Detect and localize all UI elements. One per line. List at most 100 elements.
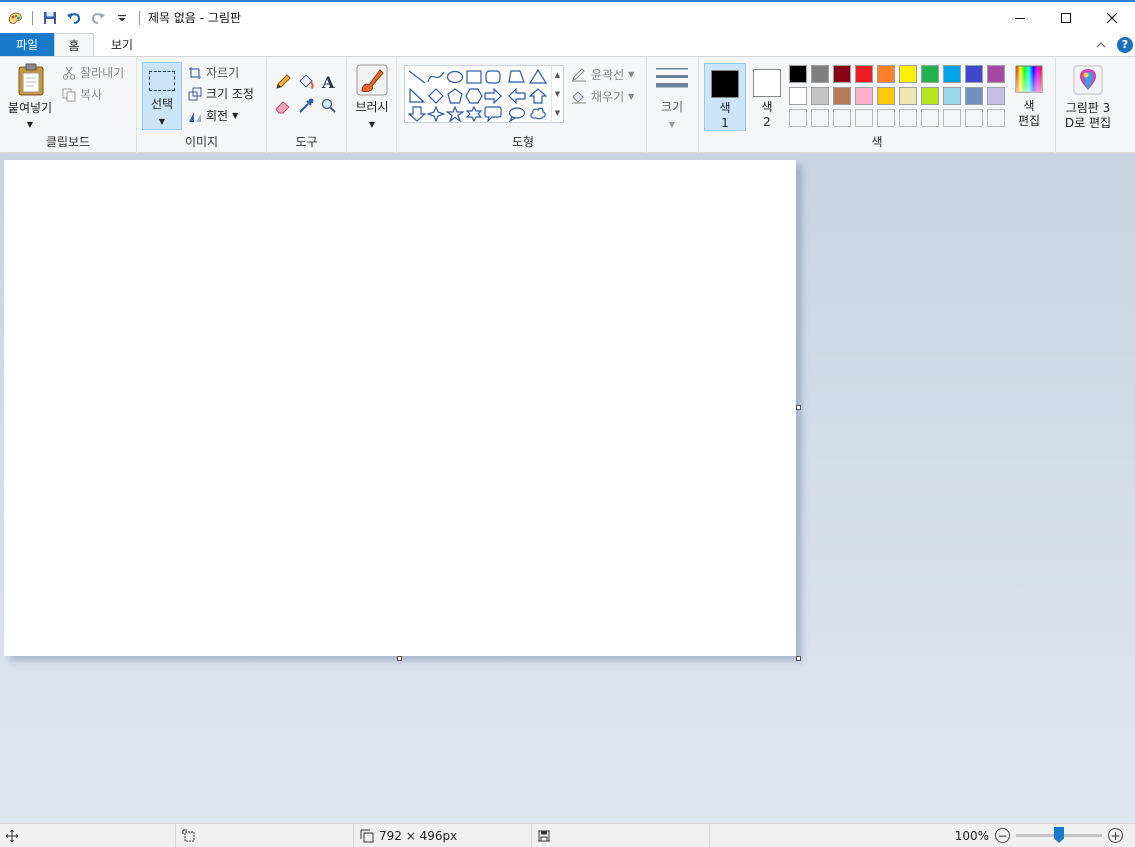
edit-with-paint3d-button[interactable]: 그림판 3 D로 편집 xyxy=(1060,62,1116,134)
hexagon-shape-icon[interactable] xyxy=(465,88,483,104)
palette-custom-slot[interactable] xyxy=(811,109,829,127)
palette-color-swatch[interactable] xyxy=(811,65,829,83)
color1-selector[interactable]: 색 1 xyxy=(704,63,746,131)
rounded-rectangle-shape-icon[interactable] xyxy=(484,69,502,85)
brush-button[interactable]: 브러시 ▼ xyxy=(350,62,394,130)
palette-custom-slot[interactable] xyxy=(789,109,807,127)
palette-color-swatch[interactable] xyxy=(987,65,1005,83)
palette-custom-slot[interactable] xyxy=(943,109,961,127)
palette-color-swatch[interactable] xyxy=(855,87,873,105)
resize-button[interactable]: 크기 조정 xyxy=(188,85,254,102)
customize-qat-icon[interactable] xyxy=(113,9,131,27)
right-triangle-shape-icon[interactable] xyxy=(408,88,426,104)
zoom-in-button[interactable]: + xyxy=(1108,828,1123,843)
palette-color-swatch[interactable] xyxy=(921,87,939,105)
select-button[interactable]: 선택 ▼ xyxy=(142,62,182,130)
paste-button[interactable]: 붙여넣기 ▼ xyxy=(4,61,56,129)
expand-gallery-icon[interactable]: ▼ xyxy=(555,109,560,117)
scroll-down-icon[interactable]: ▼ xyxy=(555,90,560,98)
text-icon[interactable]: A xyxy=(320,73,338,91)
palette-custom-slot[interactable] xyxy=(965,109,983,127)
palette-color-swatch[interactable] xyxy=(921,65,939,83)
palette-custom-slot[interactable] xyxy=(877,109,895,127)
undo-icon[interactable] xyxy=(65,9,83,27)
four-point-star-shape-icon[interactable] xyxy=(427,106,445,122)
curve-shape-icon[interactable] xyxy=(427,69,445,85)
help-icon[interactable]: ? xyxy=(1117,36,1133,53)
cloud-callout-shape-icon[interactable] xyxy=(529,106,547,122)
palette-color-swatch[interactable] xyxy=(943,87,961,105)
edit-colors-button[interactable]: 색 편집 xyxy=(1010,62,1048,134)
palette-custom-slot[interactable] xyxy=(855,109,873,127)
close-button[interactable] xyxy=(1089,2,1135,33)
canvas-resize-handle-corner[interactable] xyxy=(796,656,801,661)
up-arrow-shape-icon[interactable] xyxy=(529,88,547,104)
palette-custom-slot[interactable] xyxy=(921,109,939,127)
tab-view[interactable]: 보기 xyxy=(94,33,150,56)
scroll-up-icon[interactable]: ▲ xyxy=(555,71,560,79)
palette-color-swatch[interactable] xyxy=(877,87,895,105)
down-arrow-shape-icon[interactable] xyxy=(408,106,426,122)
palette-color-swatch[interactable] xyxy=(943,65,961,83)
palette-color-swatch[interactable] xyxy=(899,87,917,105)
magnifier-icon[interactable] xyxy=(320,97,338,115)
zoom-slider-thumb[interactable] xyxy=(1054,827,1064,843)
palette-color-swatch[interactable] xyxy=(965,65,983,83)
diamond-shape-icon[interactable] xyxy=(427,88,445,104)
shapes-scroll[interactable]: ▲ ▼ ▼ xyxy=(551,66,563,122)
palette-color-swatch[interactable] xyxy=(789,65,807,83)
canvas-resize-handle-right[interactable] xyxy=(796,405,801,410)
maximize-button[interactable] xyxy=(1043,2,1089,33)
collapse-ribbon-icon[interactable] xyxy=(1095,39,1107,51)
palette-custom-slot[interactable] xyxy=(899,109,917,127)
palette-color-swatch[interactable] xyxy=(987,87,1005,105)
rounded-callout-shape-icon[interactable] xyxy=(484,106,502,122)
fill-button[interactable]: 채우기 ▼ xyxy=(571,88,634,105)
fill-bucket-icon[interactable] xyxy=(297,73,315,91)
left-arrow-shape-icon[interactable] xyxy=(508,88,526,104)
oval-shape-icon[interactable] xyxy=(446,69,464,85)
palette-custom-slot[interactable] xyxy=(987,109,1005,127)
color2-selector[interactable]: 색 2 xyxy=(747,63,789,131)
palette-color-swatch[interactable] xyxy=(899,65,917,83)
rotate-button[interactable]: 회전 ▼ xyxy=(188,107,238,124)
drawing-canvas[interactable] xyxy=(4,160,796,656)
six-point-star-shape-icon[interactable] xyxy=(465,106,483,122)
tab-file[interactable]: 파일 xyxy=(0,33,54,56)
pentagon-shape-icon[interactable] xyxy=(446,88,464,104)
outline-button[interactable]: 윤곽선 ▼ xyxy=(571,66,634,83)
chevron-down-icon: ▼ xyxy=(368,120,376,129)
palette-color-swatch[interactable] xyxy=(855,65,873,83)
crop-button[interactable]: 자르기 xyxy=(188,64,239,81)
close-icon xyxy=(1106,12,1118,23)
polygon-shape-icon[interactable] xyxy=(508,69,526,85)
tab-home[interactable]: 홈 xyxy=(54,33,94,56)
palette-color-swatch[interactable] xyxy=(833,87,851,105)
palette-color-swatch[interactable] xyxy=(877,65,895,83)
zoom-out-button[interactable]: − xyxy=(995,828,1010,843)
oval-callout-shape-icon[interactable] xyxy=(508,106,526,122)
line-shape-icon[interactable] xyxy=(408,69,426,85)
minimize-button[interactable] xyxy=(997,2,1043,33)
zoom-slider[interactable] xyxy=(1016,827,1102,843)
pencil-icon[interactable] xyxy=(274,73,292,91)
triangle-shape-icon[interactable] xyxy=(529,69,547,85)
canvas-workspace[interactable] xyxy=(0,153,1135,823)
paint-app-icon[interactable] xyxy=(6,9,24,27)
save-icon[interactable] xyxy=(41,9,59,27)
five-point-star-shape-icon[interactable] xyxy=(446,106,464,122)
copy-button[interactable]: 복사 xyxy=(62,86,102,103)
canvas-resize-handle-bottom[interactable] xyxy=(397,656,402,661)
color-picker-icon[interactable] xyxy=(297,97,315,115)
right-arrow-shape-icon[interactable] xyxy=(484,88,502,104)
redo-icon[interactable] xyxy=(89,9,107,27)
cut-button[interactable]: 잘라내기 xyxy=(62,64,124,81)
palette-color-swatch[interactable] xyxy=(789,87,807,105)
size-button[interactable]: 크기 ▼ xyxy=(650,62,694,132)
palette-color-swatch[interactable] xyxy=(965,87,983,105)
rectangle-shape-icon[interactable] xyxy=(465,69,483,85)
eraser-icon[interactable] xyxy=(274,97,292,115)
palette-color-swatch[interactable] xyxy=(811,87,829,105)
palette-custom-slot[interactable] xyxy=(833,109,851,127)
palette-color-swatch[interactable] xyxy=(833,65,851,83)
